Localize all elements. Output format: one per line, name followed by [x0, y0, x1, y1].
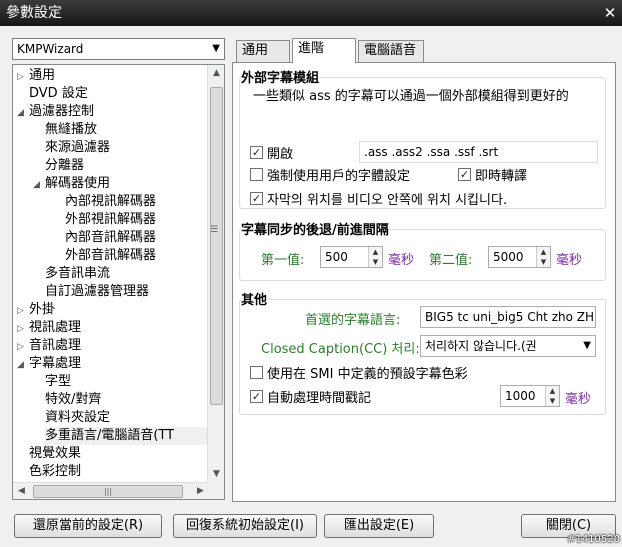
enable-checkbox[interactable]: ✓: [250, 146, 263, 159]
reset-defaults-button[interactable]: 回復系統初始設定(I): [173, 514, 317, 538]
auto-timestamp-input[interactable]: 1000 ▲ ▼: [500, 385, 560, 407]
tree-item-filter-control[interactable]: ◢ 過濾器控制: [17, 103, 94, 121]
tree-item-video-processing[interactable]: ▷ 視訊處理: [17, 319, 81, 337]
tree-item-external-audio-decoder[interactable]: 外部音訊解碼器: [65, 247, 156, 265]
tree-item-internal-video-decoder[interactable]: 內部視訊解碼器: [65, 193, 156, 211]
tree-item-dvd[interactable]: DVD 設定: [17, 85, 88, 103]
preferred-language-input[interactable]: BIG5 tc uni_big5 Cht zho ZH: [420, 306, 596, 328]
preferences-window: 參數設定 ✕ KMPWizard ▼ ▷ 通用 DVD 設定 ◢ 過濾器控制 無縫播…: [0, 0, 622, 547]
second-value-label: 第二值:: [429, 253, 473, 268]
watermark: #1410520: [567, 534, 620, 545]
grip-icon: ☰: [210, 225, 219, 235]
closed-caption-dropdown[interactable]: 처리하지 않습니다.(권 ▼: [420, 335, 596, 357]
close-icon[interactable]: ✕: [598, 0, 622, 26]
spin-icon[interactable]: ▲ ▼: [368, 247, 382, 267]
second-value-input[interactable]: 5000 ▲ ▼: [488, 246, 551, 268]
external-module-title: 外部字幕模組: [241, 67, 320, 86]
tree-item-effects-alignment[interactable]: 特效/對齊: [45, 391, 101, 409]
auto-timestamp-unit: 毫秒: [565, 392, 592, 407]
collapse-icon[interactable]: ◢: [17, 104, 29, 122]
extensions-field[interactable]: .ass .ass2 .ssa .ssf .srt: [359, 141, 598, 163]
collapse-icon[interactable]: ◢: [17, 356, 29, 374]
tree-item-plugins[interactable]: ▷ 外掛: [17, 301, 55, 319]
auto-timestamp-checkbox[interactable]: ✓: [250, 390, 263, 403]
export-settings-button[interactable]: 匯出設定(E): [324, 514, 434, 538]
tree-item-subtitle-processing[interactable]: ◢ 字幕處理: [17, 355, 81, 373]
force-font-label: 強制使用用戶的字體設定: [267, 169, 411, 184]
expand-icon[interactable]: ▷: [17, 68, 29, 86]
tree-item-custom-filter-manager[interactable]: 自訂過濾器管理器: [45, 283, 149, 301]
scroll-up-icon[interactable]: ▲: [208, 65, 224, 82]
settings-tree: ▷ 通用 DVD 設定 ◢ 過濾器控制 無縫播放 來源過濾器 分離器 ◢ 解碼器使用 …: [12, 64, 225, 500]
collapse-icon[interactable]: ◢: [33, 176, 45, 194]
scroll-corner: [207, 482, 224, 499]
first-value-unit: 毫秒: [388, 253, 415, 268]
tab-general[interactable]: 通用: [236, 40, 290, 62]
realtime-render-label: 即時轉譯: [475, 169, 528, 184]
spin-icon[interactable]: ▲ ▼: [536, 247, 550, 267]
enable-label: 開啟: [267, 147, 294, 162]
tree-item-splitter[interactable]: 分離器: [45, 157, 84, 175]
expand-icon[interactable]: ▷: [17, 320, 29, 338]
first-value-label: 第一值:: [261, 253, 305, 268]
subtitle-position-checkbox[interactable]: ✓: [250, 192, 263, 205]
tree-item-multilanguage-tts[interactable]: 多重語言/電腦語音(TT: [45, 427, 207, 445]
window-title: 參數設定: [6, 5, 62, 21]
sync-title: 字幕同步的後退/前進間隔: [241, 219, 389, 238]
first-value-input[interactable]: 500 ▲ ▼: [320, 246, 383, 268]
tree-horizontal-scrollbar[interactable]: ◀ ||| ▶: [13, 482, 209, 499]
tree-item-external-video-decoder[interactable]: 外部視訊解碼器: [65, 211, 156, 229]
tree-item-visual-effects[interactable]: 視覺效果: [17, 445, 81, 463]
expand-icon[interactable]: ▷: [17, 338, 29, 356]
smi-color-checkbox[interactable]: [250, 366, 263, 379]
tree-item-seamless[interactable]: 無縫播放: [45, 121, 97, 139]
chevron-down-icon: ▼: [583, 340, 591, 351]
wizard-dropdown[interactable]: KMPWizard ▼: [12, 38, 225, 60]
wizard-selected-value: KMPWizard: [17, 42, 84, 56]
force-font-checkbox[interactable]: [250, 168, 263, 181]
tab-tts[interactable]: 電腦語音: [358, 40, 424, 62]
tree-item-internal-audio-decoder[interactable]: 內部音訊解碼器: [65, 229, 156, 247]
tree-item-folder-settings[interactable]: 資料夾設定: [45, 409, 110, 427]
realtime-render-checkbox[interactable]: ✓: [458, 168, 471, 181]
smi-color-label: 使用在 SMI 中定義的預設字幕色彩: [267, 367, 468, 382]
restore-current-button[interactable]: 還原當前的設定(R): [14, 514, 162, 538]
tree-item-decoder-usage[interactable]: ◢ 解碼器使用: [33, 175, 110, 193]
second-value-unit: 毫秒: [556, 253, 583, 268]
tree-item-color-control[interactable]: 色彩控制: [17, 463, 81, 481]
preferred-language-label: 首選的字幕語言:: [305, 313, 401, 328]
chevron-down-icon: ▼: [212, 43, 220, 54]
scroll-down-icon[interactable]: ▼: [208, 466, 224, 483]
tree-item-source-filter[interactable]: 來源過濾器: [45, 139, 110, 157]
subtitle-position-label: 자막의 위치를 비디오 안쪽에 위치 시킵니다.: [267, 193, 508, 208]
tree-item-multi-audio-stream[interactable]: 多音訊串流: [45, 265, 110, 283]
scroll-left-icon[interactable]: ◀: [13, 483, 30, 499]
auto-timestamp-label: 自動處理時間戳記: [267, 391, 372, 406]
advanced-panel: 外部字幕模組 一些類似 ass 的字幕可以通過一個外部模組得到更好的 ✓ 開啟 …: [232, 62, 616, 502]
tree-item-font[interactable]: 字型: [45, 373, 71, 391]
closed-caption-label: Closed Caption(CC) 처리:: [261, 342, 420, 357]
tree-item-general[interactable]: ▷ 通用: [17, 67, 55, 85]
expand-icon[interactable]: ▷: [17, 302, 29, 320]
other-title: 其他: [241, 289, 268, 308]
tab-advanced[interactable]: 進階: [292, 38, 356, 63]
external-module-description: 一些類似 ass 的字幕可以通過一個外部模組得到更好的: [253, 89, 569, 104]
h-scroll-thumb[interactable]: |||: [33, 485, 183, 498]
title-bar: 參數設定 ✕: [0, 0, 622, 26]
spin-icon[interactable]: ▲ ▼: [545, 386, 559, 406]
tree-vertical-scrollbar[interactable]: ▲ ☰ ▼: [207, 65, 224, 483]
tree-item-audio-processing[interactable]: ▷ 音訊處理: [17, 337, 81, 355]
scroll-thumb[interactable]: [210, 87, 223, 405]
